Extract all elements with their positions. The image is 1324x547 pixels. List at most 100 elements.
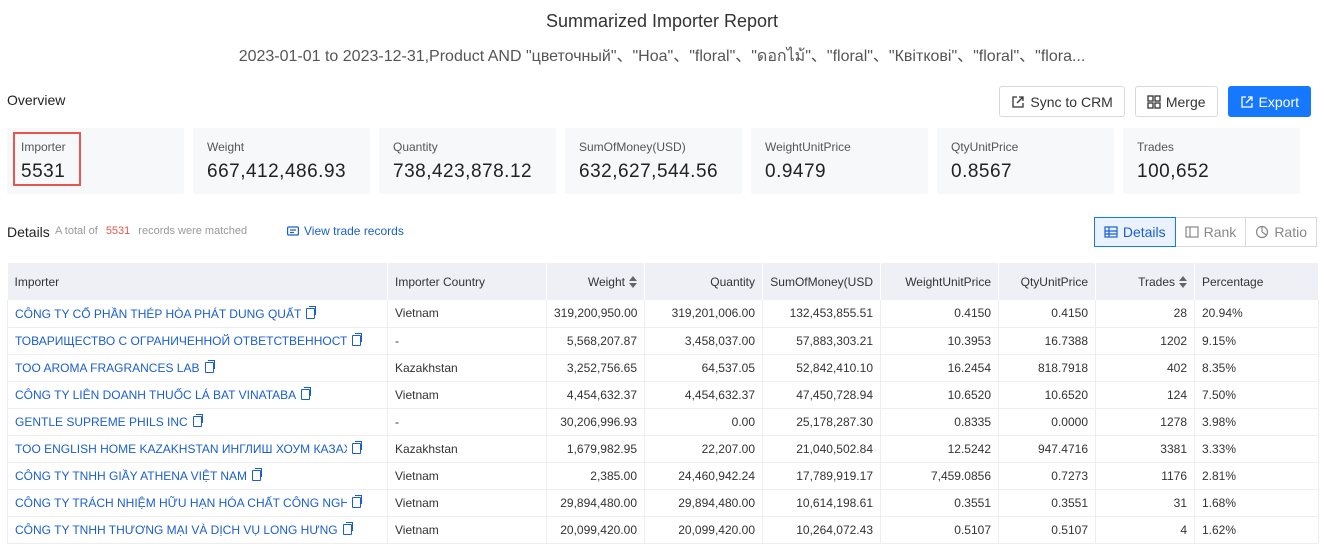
tab-ratio[interactable]: Ratio bbox=[1245, 217, 1317, 247]
cell-qty-unit-price: 0.0000 bbox=[998, 408, 1096, 436]
col-header-weight[interactable]: Weight bbox=[546, 263, 645, 300]
view-tabs: Details Rank Ratio bbox=[1093, 217, 1317, 247]
export-icon bbox=[1240, 95, 1253, 108]
cell-qty-unit-price: 0.7273 bbox=[998, 462, 1096, 490]
table-body: CÔNG TY CỔ PHẦN THÉP HÒA PHÁT DUNG QUẤT V… bbox=[7, 300, 1319, 544]
copy-icon[interactable] bbox=[306, 306, 317, 320]
importer-link[interactable]: TOO ENGLISH HOME KAZAKHSTAN ИНГЛИШ ХОУМ … bbox=[15, 442, 347, 456]
table-row: CÔNG TY LIÊN DOANH THUỐC LÁ BAT VINATABA… bbox=[7, 381, 1319, 409]
cell-weight-unit-price: 0.3551 bbox=[880, 489, 999, 517]
card-value: 738,423,878.12 bbox=[393, 161, 533, 182]
cell-sum-of-money: 132,453,855.51 bbox=[762, 300, 881, 328]
importer-link[interactable]: CÔNG TY TNHH THƯƠNG MẠI VÀ DỊCH VỤ LONG … bbox=[15, 523, 338, 537]
card-label: QtyUnitPrice bbox=[951, 140, 1019, 154]
importer-link[interactable]: CÔNG TY CỔ PHẦN THÉP HÒA PHÁT DUNG QUẤT bbox=[15, 307, 301, 321]
cell-quantity: 64,537.05 bbox=[644, 354, 763, 382]
cell-weight: 20,099,420.00 bbox=[546, 516, 645, 544]
card-value: 100,652 bbox=[1137, 161, 1210, 182]
cell-percentage: 8.35% bbox=[1194, 354, 1319, 382]
copy-icon[interactable] bbox=[352, 441, 362, 455]
cell-percentage: 3.33% bbox=[1194, 435, 1319, 463]
merge-label: Merge bbox=[1165, 93, 1206, 110]
card-label: Importer bbox=[21, 140, 66, 154]
importer-link[interactable]: CÔNG TY LIÊN DOANH THUỐC LÁ BAT VINATABA bbox=[15, 388, 296, 402]
cell-importer-country: - bbox=[387, 327, 547, 355]
cell-importer-country: Vietnam bbox=[387, 462, 547, 490]
cell-qty-unit-price: 0.3551 bbox=[998, 489, 1096, 517]
cell-weight: 29,894,480.00 bbox=[546, 489, 645, 517]
sync-to-crm-button[interactable]: Sync to CRM bbox=[999, 86, 1125, 117]
importer-link[interactable]: ТОВАРИЩЕСТВО С ОГРАНИЧЕННОЙ ОТВЕТСТВЕННО… bbox=[15, 334, 347, 348]
card-quantity: Quantity 738,423,878.12 bbox=[379, 128, 556, 194]
table-header-row: Importer Importer Country Weight Quantit… bbox=[7, 263, 1319, 300]
importer-table: Importer Importer Country Weight Quantit… bbox=[7, 263, 1319, 544]
col-header-country: Importer Country bbox=[387, 263, 547, 300]
overview-label: Overview bbox=[7, 92, 66, 108]
cell-quantity: 20,099,420.00 bbox=[644, 516, 763, 544]
details-title: Details bbox=[7, 224, 50, 240]
cell-sum-of-money: 25,178,287.30 bbox=[762, 408, 881, 436]
cell-sum-of-money: 10,614,198.61 bbox=[762, 489, 881, 517]
sort-icon[interactable] bbox=[629, 276, 637, 289]
report-subtitle: 2023-01-01 to 2023-12-31,Product AND "цв… bbox=[238, 48, 1086, 65]
tab-rank[interactable]: Rank bbox=[1174, 217, 1247, 247]
cell-sum-of-money: 10,264,072.43 bbox=[762, 516, 881, 544]
copy-icon[interactable] bbox=[352, 333, 362, 347]
cell-trades: 4 bbox=[1095, 516, 1195, 544]
cell-trades: 3381 bbox=[1095, 435, 1195, 463]
cell-weight: 30,206,996.93 bbox=[546, 408, 645, 436]
card-label: Weight bbox=[207, 140, 245, 154]
copy-icon[interactable] bbox=[252, 468, 263, 482]
sync-to-crm-label: Sync to CRM bbox=[1030, 93, 1113, 110]
cell-trades: 1176 bbox=[1095, 462, 1195, 490]
cell-trades: 31 bbox=[1095, 489, 1195, 517]
cell-weight: 2,385.00 bbox=[546, 462, 645, 490]
view-trade-records-link[interactable]: View trade records bbox=[287, 224, 404, 238]
cell-qty-unit-price: 947.4716 bbox=[998, 435, 1096, 463]
copy-icon[interactable] bbox=[352, 495, 362, 509]
col-header-qty-unit-price: QtyUnitPrice bbox=[998, 263, 1096, 300]
table-row: CÔNG TY CỔ PHẦN THÉP HÒA PHÁT DUNG QUẤT V… bbox=[7, 300, 1319, 328]
card-trades: Trades 100,652 bbox=[1123, 128, 1300, 194]
export-button[interactable]: Export bbox=[1227, 86, 1311, 117]
copy-icon[interactable] bbox=[204, 360, 215, 374]
cell-quantity: 319,201,006.00 bbox=[644, 300, 763, 328]
merge-icon bbox=[1147, 94, 1161, 109]
table-row: CÔNG TY TNHH THƯƠNG MẠI VÀ DỊCH VỤ LONG … bbox=[7, 516, 1319, 544]
cell-weight-unit-price: 0.8335 bbox=[880, 408, 999, 436]
table-icon bbox=[1104, 226, 1118, 238]
cell-percentage: 20.94% bbox=[1194, 300, 1319, 328]
col-header-trades[interactable]: Trades bbox=[1095, 263, 1195, 300]
importer-link[interactable]: CÔNG TY TRÁCH NHIỆM HỮU HẠN HÓA CHẤT CÔN… bbox=[15, 496, 347, 510]
cell-importer-name: CÔNG TY TNHH GIẦY ATHENA VIỆT NAM bbox=[7, 462, 388, 490]
cell-qty-unit-price: 16.7388 bbox=[998, 327, 1096, 355]
cell-importer-country: - bbox=[387, 408, 547, 436]
cell-sum-of-money: 52,842,410.10 bbox=[762, 354, 881, 382]
cell-percentage: 1.68% bbox=[1194, 489, 1319, 517]
tab-details[interactable]: Details bbox=[1093, 217, 1176, 247]
cell-importer-country: Kazakhstan bbox=[387, 354, 547, 382]
copy-icon[interactable] bbox=[342, 522, 353, 536]
cell-weight-unit-price: 0.5107 bbox=[880, 516, 999, 544]
tab-rank-label: Rank bbox=[1203, 224, 1237, 240]
copy-icon[interactable] bbox=[301, 387, 312, 401]
sort-icon[interactable] bbox=[1179, 276, 1187, 289]
cell-percentage: 3.98% bbox=[1194, 408, 1319, 436]
records-count: 5531 bbox=[105, 225, 131, 237]
card-value: 5531 bbox=[21, 161, 66, 182]
cell-importer-name: CÔNG TY TRÁCH NHIỆM HỮU HẠN HÓA CHẤT CÔN… bbox=[7, 489, 388, 517]
cell-importer-country: Vietnam bbox=[387, 489, 547, 517]
card-weight: Weight 667,412,486.93 bbox=[193, 128, 370, 194]
merge-button[interactable]: Merge bbox=[1134, 86, 1218, 117]
cell-trades: 1278 bbox=[1095, 408, 1195, 436]
card-label: Trades bbox=[1137, 140, 1174, 154]
importer-link[interactable]: CÔNG TY TNHH GIẦY ATHENA VIỆT NAM bbox=[15, 469, 247, 483]
copy-icon[interactable] bbox=[192, 414, 203, 428]
importer-link[interactable]: TOO AROMA FRAGRANCES LAB bbox=[15, 361, 200, 375]
cell-sum-of-money: 17,789,919.17 bbox=[762, 462, 881, 490]
table-row: TOO AROMA FRAGRANCES LAB Kazakhstan 3,252,… bbox=[7, 354, 1319, 382]
importer-link[interactable]: GENTLE SUPREME PHILS INC bbox=[15, 415, 188, 429]
card-value: 667,412,486.93 bbox=[207, 161, 347, 182]
cell-weight: 4,454,632.37 bbox=[546, 381, 645, 409]
card-qty-unit-price: QtyUnitPrice 0.8567 bbox=[937, 128, 1114, 194]
